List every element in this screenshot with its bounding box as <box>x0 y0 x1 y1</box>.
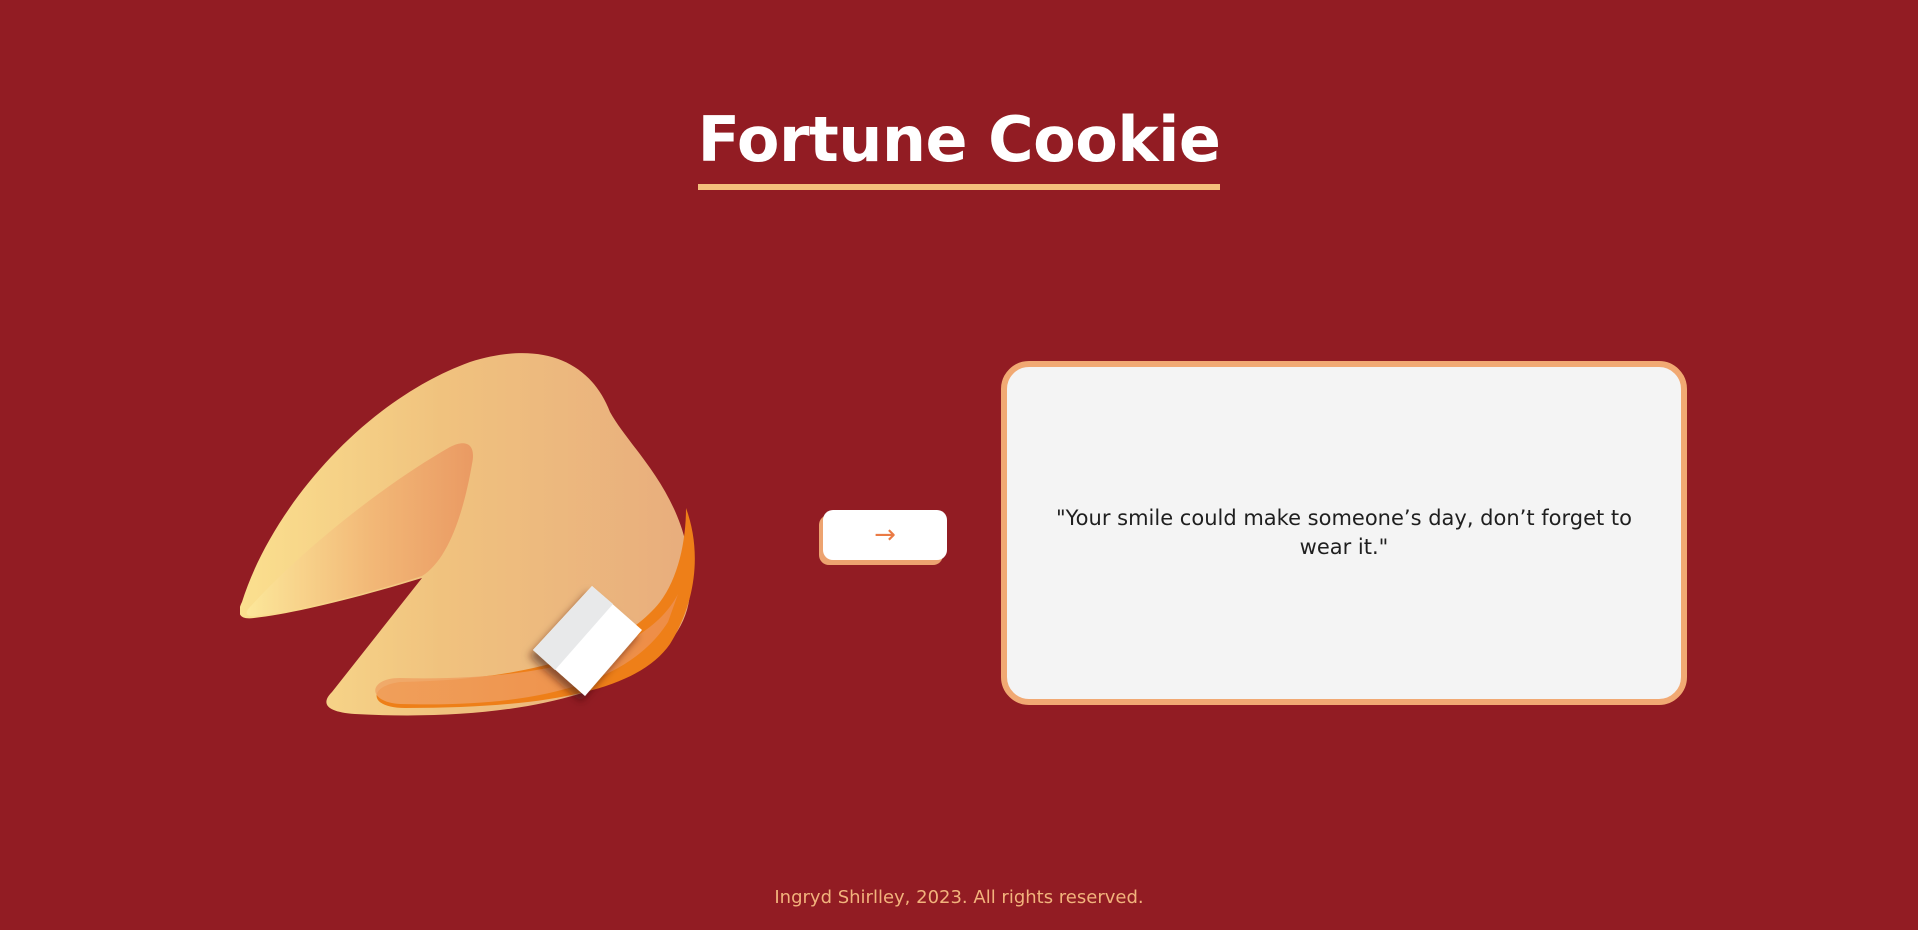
page-title-text: Fortune Cookie <box>697 100 1221 190</box>
fortune-cookie-illustration <box>240 353 695 716</box>
fortune-message-text: "Your smile could make someone’s day, do… <box>1055 506 1633 559</box>
fortune-message-card: "Your smile could make someone’s day, do… <box>1001 361 1687 705</box>
next-fortune-button[interactable]: → <box>823 510 947 560</box>
page-title: Fortune Cookie <box>0 100 1918 190</box>
right-arrow-icon: → <box>874 520 896 550</box>
footer-copyright: Ingryd Shirlley, 2023. All rights reserv… <box>774 887 1144 908</box>
fortune-cookie-page: Fortune Cookie → "Your smile could make … <box>0 0 1918 930</box>
